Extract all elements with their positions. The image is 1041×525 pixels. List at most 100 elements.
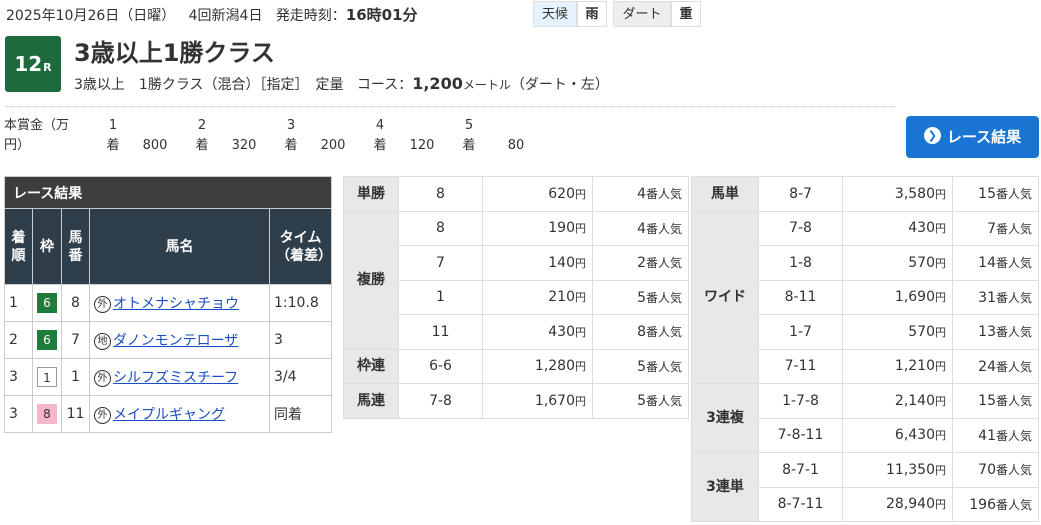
- yen-unit: 円: [575, 222, 586, 236]
- header-number: 馬番: [61, 208, 90, 285]
- payout-amount: 1,210: [894, 358, 935, 375]
- horse-name-link[interactable]: シルフズミスチーフ: [113, 370, 238, 386]
- popularity: 4: [637, 220, 646, 237]
- yen-unit: 円: [935, 360, 946, 374]
- prize-amount-4: 120: [409, 138, 435, 153]
- popularity: 5: [637, 393, 646, 410]
- yen-unit: 円: [575, 291, 586, 305]
- horse-number: 7: [61, 321, 90, 359]
- prize-amount-5: 80: [507, 138, 525, 153]
- waku-badge: 8: [37, 404, 57, 424]
- foreign-mark-icon: 外: [94, 295, 111, 313]
- combo: 8-7-11: [758, 486, 843, 522]
- prize-rank-4: 4: [375, 118, 385, 133]
- popularity: 13: [978, 324, 996, 341]
- yen-unit: 円: [575, 325, 586, 339]
- popularity-suffix: 番人気: [645, 359, 682, 374]
- race-result-button[interactable]: ❯ レース結果: [906, 116, 1039, 158]
- track-value: 重: [671, 1, 701, 27]
- bet-type-wakuren: 枠連: [343, 348, 399, 384]
- prize-amount-1: 800: [142, 138, 168, 153]
- course-label: コース：: [356, 77, 413, 93]
- results-table: レース結果 着順 枠 馬番 馬名 タイム（着差） 1 6 8 外オトメナシャチョ…: [4, 176, 332, 433]
- rank: 3: [4, 395, 33, 433]
- payout-amount: 570: [908, 254, 935, 271]
- payout-table-right: 馬単 8-7 3,580円 15番人気 ワイド 7-8 430円 7番人気 1-…: [691, 176, 1039, 522]
- prize-rank-5: 5: [464, 118, 474, 133]
- popularity-suffix: 番人気: [995, 359, 1032, 374]
- payout-row-sanrentan: 3連単 8-7-1 11,350円 70番人気: [691, 452, 1039, 522]
- payout-row-wakuren: 枠連 6-6 1,280円 5番人気: [343, 348, 689, 384]
- combo: 11: [398, 314, 483, 350]
- prize-rank-3: 3: [286, 118, 296, 133]
- payout-amount: 3,580: [894, 185, 935, 202]
- payout-amount: 430: [548, 323, 575, 340]
- payout-row-sanrenpuku: 3連複 1-7-8 2,140円 15番人気: [691, 383, 1039, 453]
- yen-unit: 円: [935, 325, 946, 339]
- race-meeting: 4回新潟4日: [188, 8, 263, 24]
- horse-name-link[interactable]: メイプルギャング: [113, 407, 225, 423]
- popularity-suffix: 番人気: [995, 290, 1032, 305]
- table-row: 3 8 11 外メイプルギャング 同着: [4, 395, 332, 433]
- popularity-suffix: 番人気: [995, 187, 1032, 202]
- race-number-badge: 12R: [5, 36, 61, 92]
- popularity: 5: [637, 358, 646, 375]
- combo: 7-8-11: [758, 417, 843, 453]
- yen-unit: 円: [575, 256, 586, 270]
- payout-amount: 140: [548, 254, 575, 271]
- popularity: 5: [637, 289, 646, 306]
- payout-amount: 430: [908, 220, 935, 237]
- payout-amount: 1,670: [534, 392, 575, 409]
- race-conditions: 3歳以上 1勝クラス（混合）［指定］ 定量 コース：1,200メートル（ダート・…: [74, 74, 609, 94]
- popularity: 8: [637, 324, 646, 341]
- rank: 3: [4, 358, 33, 396]
- popularity-suffix: 番人気: [995, 497, 1032, 512]
- combo: 8: [398, 176, 483, 212]
- popularity-suffix: 番人気: [645, 394, 682, 409]
- combo: 7-8: [398, 383, 483, 419]
- chevron-right-icon: ❯: [923, 127, 941, 144]
- prize-suffix-4: 着: [373, 138, 387, 153]
- combo: 7-8: [758, 210, 843, 246]
- payout-amount: 620: [548, 185, 575, 202]
- race-class: 3歳以上 1勝クラス（混合）［指定］ 定量: [74, 77, 344, 93]
- popularity: 31: [978, 289, 996, 306]
- popularity-suffix: 番人気: [645, 290, 682, 305]
- prize-suffix-2: 着: [195, 138, 209, 153]
- prize-rank-2: 2: [197, 118, 207, 133]
- distance-unit: メートル: [462, 78, 511, 92]
- results-caption: レース結果: [4, 176, 332, 209]
- race-result-button-label: レース結果: [946, 128, 1022, 146]
- start-time: 16時01分: [345, 6, 418, 24]
- rank: 1: [4, 284, 33, 322]
- combo: 1-7: [758, 314, 843, 350]
- payout-amount: 1,690: [894, 289, 935, 306]
- prize-rank-1: 1: [108, 118, 118, 133]
- popularity: 24: [978, 358, 996, 375]
- horse-number: 11: [61, 395, 90, 433]
- prize-amount-3: 200: [320, 138, 346, 153]
- yen-unit: 円: [935, 394, 946, 408]
- margin: 3/4: [269, 358, 332, 396]
- popularity: 2: [637, 255, 646, 272]
- bet-type-tansho: 単勝: [343, 176, 399, 212]
- table-row: 1 6 8 外オトメナシャチョウ 1:10.8: [4, 284, 332, 322]
- popularity: 7: [987, 220, 996, 237]
- bet-type-fukusho: 複勝: [343, 210, 399, 350]
- popularity-suffix: 番人気: [995, 325, 1032, 340]
- yen-unit: 円: [935, 256, 946, 270]
- margin: 3: [269, 321, 332, 359]
- payout-amount: 2,140: [894, 392, 935, 409]
- start-label: 発走時刻：: [275, 8, 346, 24]
- horse-name-link[interactable]: オトメナシャチョウ: [113, 296, 239, 312]
- payout-row-wide: ワイド 7-8 430円 7番人気: [691, 210, 1039, 384]
- prize-suffix-5: 着: [462, 138, 476, 153]
- payout-amount: 6,430: [894, 427, 935, 444]
- yen-unit: 円: [575, 360, 586, 374]
- race-title: 3歳以上1勝クラス: [74, 39, 275, 67]
- yen-unit: 円: [935, 291, 946, 305]
- payout-row-tansho: 単勝 8 620円 4番人気: [343, 176, 689, 212]
- payout-amount: 570: [908, 323, 935, 340]
- local-mark-icon: 地: [94, 332, 111, 350]
- horse-name-link[interactable]: ダノンモンテローザ: [113, 333, 238, 349]
